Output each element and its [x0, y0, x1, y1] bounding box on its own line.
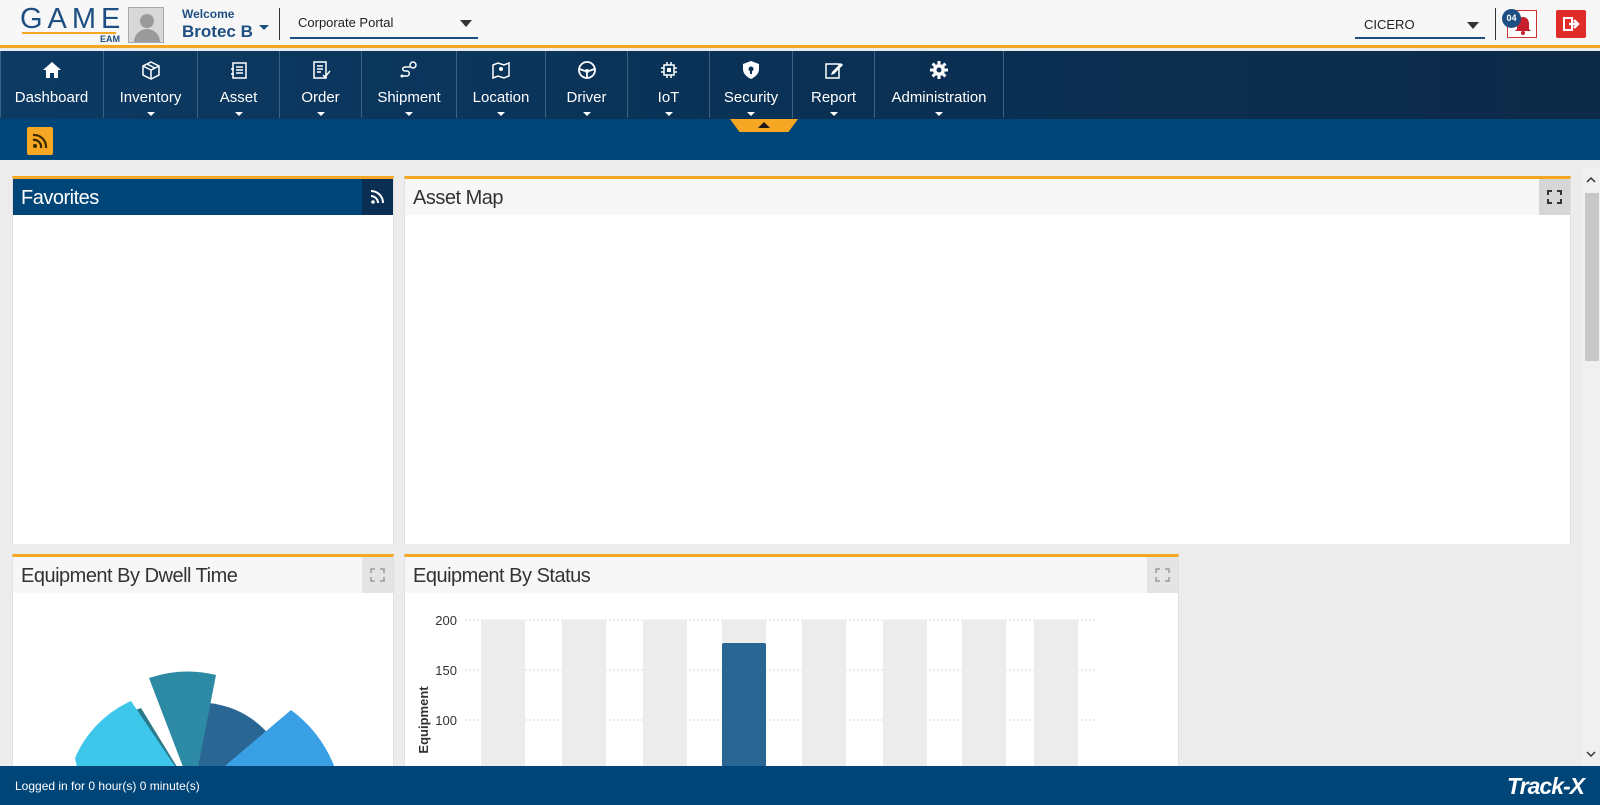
chevron-down-icon	[146, 112, 155, 116]
bar-track	[481, 620, 525, 773]
map-icon	[492, 61, 510, 80]
bar-track	[883, 620, 927, 773]
site-select[interactable]: CICERO	[1355, 9, 1485, 39]
y-tick-label: 100	[435, 713, 457, 728]
chevron-down-icon	[1467, 22, 1479, 29]
avatar[interactable]	[128, 7, 164, 43]
welcome-label: Welcome	[182, 7, 235, 21]
chevron-down-icon	[747, 112, 755, 116]
shield-icon	[743, 61, 759, 79]
fullscreen-button[interactable]	[1147, 557, 1178, 593]
fullscreen-button[interactable]	[1539, 179, 1570, 215]
toolbar	[0, 119, 1600, 160]
nav-dashboard[interactable]: Dashboard	[0, 51, 104, 118]
chevron-down-icon[interactable]	[1585, 748, 1597, 760]
chevron-down-icon	[497, 112, 505, 116]
rss-icon	[32, 133, 48, 149]
rss-icon	[370, 190, 384, 204]
status-panel: Equipment By Status 50100150200Equipment	[404, 554, 1179, 774]
nav-report[interactable]: Report	[793, 51, 875, 118]
y-tick-label: 150	[435, 663, 457, 678]
home-icon	[42, 62, 61, 78]
chevron-up-icon[interactable]	[1585, 174, 1597, 186]
login-duration: Logged in for 0 hour(s) 0 minute(s)	[15, 779, 200, 793]
chevron-down-icon	[316, 112, 325, 116]
chevron-down-icon	[460, 20, 472, 27]
expand-icon	[1547, 190, 1562, 204]
chevron-up-icon	[758, 122, 770, 128]
shipment-icon	[400, 61, 417, 78]
edit-icon	[824, 63, 843, 79]
nav-asset[interactable]: Asset	[198, 51, 280, 118]
gear-icon	[930, 61, 948, 79]
nav-security[interactable]: Security	[710, 51, 793, 118]
logout-icon	[1563, 17, 1580, 31]
bar-track	[802, 620, 846, 773]
divider	[1495, 8, 1496, 40]
expand-icon	[1155, 568, 1170, 582]
asset-icon	[230, 62, 247, 79]
favorites-panel: Favorites	[12, 176, 394, 544]
chevron-down-icon	[234, 112, 243, 116]
portal-select[interactable]: Corporate Portal	[290, 8, 478, 39]
bar	[722, 643, 766, 773]
box-icon	[141, 61, 160, 80]
panel-title: Equipment By Dwell Time	[21, 565, 238, 587]
rss-button[interactable]	[27, 127, 53, 155]
y-tick-label: 200	[435, 613, 457, 628]
chevron-down-icon	[829, 112, 838, 116]
dwell-time-chart[interactable]	[13, 593, 393, 773]
order-icon	[312, 61, 331, 79]
bar-track	[962, 620, 1006, 773]
panel-title: Asset Map	[413, 187, 503, 209]
top-header: GAME EAM Welcome Brotec B Corporate Port…	[0, 0, 1600, 48]
panel-title: Favorites	[21, 187, 99, 209]
notification-badge: 04	[1502, 9, 1521, 28]
expand-icon	[370, 568, 385, 582]
bar-track	[562, 620, 606, 773]
nav-iot[interactable]: IoT	[628, 51, 710, 118]
bar-track	[643, 620, 687, 773]
logout-button[interactable]	[1556, 10, 1586, 38]
rss-button[interactable]	[362, 179, 393, 215]
footer: Logged in for 0 hour(s) 0 minute(s) Trac…	[0, 766, 1600, 805]
chip-icon	[660, 62, 677, 78]
game-logo[interactable]: GAME EAM	[20, 4, 120, 44]
user-name[interactable]: Brotec B	[182, 22, 253, 42]
nav-order[interactable]: Order	[280, 51, 362, 118]
chevron-down-icon	[664, 112, 673, 116]
chevron-down-icon	[935, 112, 943, 116]
collapse-nav-button[interactable]	[730, 119, 798, 132]
chevron-down-icon[interactable]	[259, 25, 269, 30]
panel-title: Equipment By Status	[413, 565, 591, 587]
brand-logo: Track-X	[1507, 773, 1585, 799]
vertical-scrollbar[interactable]	[1582, 168, 1600, 766]
chevron-down-icon	[582, 112, 591, 116]
nav-administration[interactable]: Administration	[875, 51, 1004, 118]
nav-shipment[interactable]: Shipment	[362, 51, 457, 118]
steering-wheel-icon	[577, 61, 596, 79]
dwell-time-panel: Equipment By Dwell Time	[12, 554, 394, 774]
asset-map[interactable]	[405, 215, 1570, 544]
chevron-down-icon	[405, 112, 413, 116]
y-axis-label: Equipment	[416, 686, 431, 754]
fullscreen-button[interactable]	[362, 557, 393, 593]
nav-inventory[interactable]: Inventory	[104, 51, 198, 118]
bar-track	[1034, 620, 1078, 773]
scrollbar-thumb[interactable]	[1585, 193, 1599, 361]
status-bar-chart[interactable]: 50100150200Equipment	[405, 593, 1178, 773]
nav-driver[interactable]: Driver	[546, 51, 628, 118]
divider	[279, 8, 280, 40]
nav-location[interactable]: Location	[457, 51, 546, 118]
asset-map-panel: Asset Map	[404, 176, 1571, 544]
